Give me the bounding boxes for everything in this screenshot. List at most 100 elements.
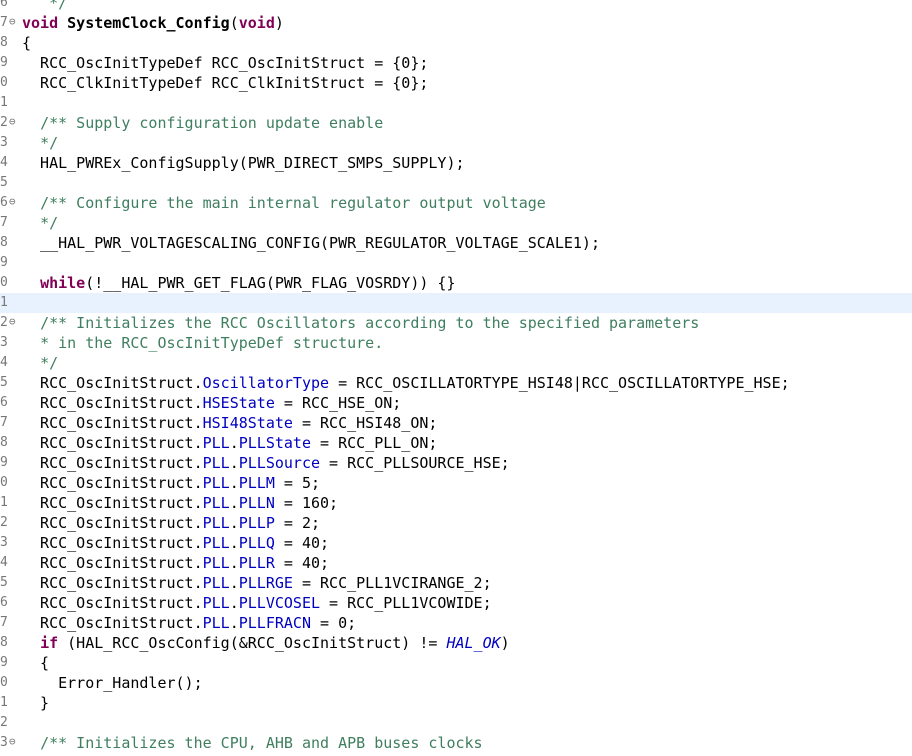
code-line[interactable]: 3 * in the RCC_OscInitTypeDef structure. bbox=[0, 333, 912, 353]
code-line[interactable]: 4 RCC_OscInitStruct.PLL.PLLR = 40; bbox=[0, 553, 912, 573]
code-token: . bbox=[229, 494, 239, 512]
code-token: RCC_OscInitStruct. bbox=[22, 614, 203, 632]
code-line[interactable]: 4 HAL_PWREx_ConfigSupply(PWR_DIRECT_SMPS… bbox=[0, 153, 912, 173]
line-number: 5 bbox=[0, 575, 8, 590]
code-token: PLL bbox=[202, 594, 230, 612]
code-token: */ bbox=[22, 0, 68, 12]
code-line[interactable]: 6 RCC_OscInitStruct.PLL.PLLVCOSEL = RCC_… bbox=[0, 593, 912, 613]
line-number: 6 bbox=[0, 595, 8, 610]
code-line[interactable]: 2 bbox=[0, 713, 912, 733]
code-text: __HAL_PWR_VOLTAGESCALING_CONFIG(PWR_REGU… bbox=[22, 233, 600, 253]
line-number: 1 bbox=[0, 495, 8, 510]
code-line[interactable]: 5 bbox=[0, 173, 912, 193]
code-text: RCC_OscInitStruct.PLL.PLLR = 40; bbox=[22, 553, 329, 573]
code-line[interactable]: 1 bbox=[0, 93, 912, 113]
line-number: 8 bbox=[0, 35, 8, 50]
line-number: 0 bbox=[0, 275, 8, 290]
code-token: PLL bbox=[202, 534, 230, 552]
code-line[interactable]: 9 bbox=[0, 253, 912, 273]
code-line[interactable]: 6 */ bbox=[0, 0, 912, 13]
code-token: = 5; bbox=[274, 474, 321, 492]
code-token: = RCC_OSCILLATORTYPE_HSI48|RCC_OSCILLATO… bbox=[329, 374, 790, 392]
code-token: RCC_OscInitStruct. bbox=[22, 374, 203, 392]
code-token: (!__HAL_PWR_GET_FLAG(PWR_FLAG_VOSRDY)) {… bbox=[85, 274, 456, 292]
fold-collapse-icon[interactable]: ⊖ bbox=[9, 193, 21, 213]
code-line[interactable]: 3 RCC_OscInitStruct.PLL.PLLQ = 40; bbox=[0, 533, 912, 553]
code-line[interactable]: 4 */ bbox=[0, 353, 912, 373]
code-token: = RCC_HSI48_ON; bbox=[292, 414, 438, 432]
code-line[interactable]: 5 RCC_OscInitStruct.PLL.PLLRGE = RCC_PLL… bbox=[0, 573, 912, 593]
code-token: RCC_OscInitStruct. bbox=[22, 514, 203, 532]
line-number: 6 bbox=[0, 0, 8, 10]
code-token: PLLVCOSEL bbox=[238, 594, 321, 612]
code-line[interactable]: 5 RCC_OscInitStruct.OscillatorType = RCC… bbox=[0, 373, 912, 393]
code-token: = RCC_PLL1VCIRANGE_2; bbox=[292, 574, 492, 592]
code-line[interactable]: 8 __HAL_PWR_VOLTAGESCALING_CONFIG(PWR_RE… bbox=[0, 233, 912, 253]
code-line[interactable]: 9 RCC_OscInitTypeDef RCC_OscInitStruct =… bbox=[0, 53, 912, 73]
code-token: /** Supply configuration update enable bbox=[40, 114, 384, 132]
code-line[interactable]: 9 { bbox=[0, 653, 912, 673]
line-number: 0 bbox=[0, 75, 8, 90]
code-token: HAL_OK bbox=[446, 634, 501, 652]
code-token: . bbox=[229, 614, 239, 632]
code-line[interactable]: 6 ⊖ /** Configure the main internal regul… bbox=[0, 193, 912, 213]
code-line[interactable]: 1 } bbox=[0, 693, 912, 713]
code-line[interactable]: 8 RCC_OscInitStruct.PLL.PLLState = RCC_P… bbox=[0, 433, 912, 453]
code-token: = RCC_PLL1VCOWIDE; bbox=[320, 594, 492, 612]
code-line[interactable]: 7 RCC_OscInitStruct.PLL.PLLFRACN = 0; bbox=[0, 613, 912, 633]
fold-collapse-icon[interactable]: ⊖ bbox=[9, 13, 21, 33]
code-line[interactable]: 0 while(!__HAL_PWR_GET_FLAG(PWR_FLAG_VOS… bbox=[0, 273, 912, 293]
code-text: RCC_OscInitStruct.PLL.PLLN = 160; bbox=[22, 493, 338, 513]
code-line[interactable]: 0 RCC_ClkInitTypeDef RCC_ClkInitStruct =… bbox=[0, 73, 912, 93]
code-token: RCC_ClkInitTypeDef RCC_ClkInitStruct = {… bbox=[22, 74, 429, 92]
line-number: 4 bbox=[0, 555, 8, 570]
fold-collapse-icon[interactable]: ⊖ bbox=[9, 733, 21, 753]
code-token: PLLFRACN bbox=[238, 614, 311, 632]
code-token: PLLN bbox=[238, 494, 275, 512]
code-line[interactable]: 7 RCC_OscInitStruct.HSI48State = RCC_HSI… bbox=[0, 413, 912, 433]
code-token: /** Initializes the RCC Oscillators acco… bbox=[40, 314, 700, 332]
code-line[interactable]: 8 if (HAL_RCC_OscConfig(&RCC_OscInitStru… bbox=[0, 633, 912, 653]
code-token: PLL bbox=[202, 474, 230, 492]
code-line[interactable]: 2 RCC_OscInitStruct.PLL.PLLP = 2; bbox=[0, 513, 912, 533]
code-line[interactable]: 2 ⊖ /** Supply configuration update enabl… bbox=[0, 113, 912, 133]
code-token: RCC_OscInitStruct. bbox=[22, 574, 203, 592]
code-token: = RCC_PLL_ON; bbox=[311, 434, 438, 452]
code-line[interactable]: 2 ⊖ /** Initializes the RCC Oscillators a… bbox=[0, 313, 912, 333]
code-token: = 40; bbox=[274, 554, 330, 572]
code-text: /** Initializes the CPU, AHB and APB bus… bbox=[22, 733, 483, 753]
line-number: 1 bbox=[0, 295, 8, 310]
code-line[interactable]: 3 ⊖ /** Initializes the CPU, AHB and APB … bbox=[0, 733, 912, 753]
code-text: Error_Handler(); bbox=[22, 673, 203, 693]
code-token: __HAL_PWR_VOLTAGESCALING_CONFIG(PWR_REGU… bbox=[22, 234, 600, 252]
code-editor[interactable]: 6 */7 ⊖ void SystemClock_Config(void) 8{9 R… bbox=[0, 0, 912, 756]
code-token: . bbox=[229, 434, 239, 452]
current-line[interactable]: 1 bbox=[0, 293, 912, 313]
code-line[interactable]: 7 ⊖ void SystemClock_Config(void) bbox=[0, 13, 912, 33]
code-token: RCC_OscInitStruct. bbox=[22, 454, 203, 472]
code-line[interactable]: 8{ bbox=[0, 33, 912, 53]
code-text: HAL_PWREx_ConfigSupply(PWR_DIRECT_SMPS_S… bbox=[22, 153, 464, 173]
code-line[interactable]: 0 RCC_OscInitStruct.PLL.PLLM = 5; bbox=[0, 473, 912, 493]
code-line[interactable]: 6 RCC_OscInitStruct.HSEState = RCC_HSE_O… bbox=[0, 393, 912, 413]
code-text: RCC_OscInitTypeDef RCC_OscInitStruct = {… bbox=[22, 53, 428, 73]
code-token: */ bbox=[40, 214, 59, 232]
line-number: 4 bbox=[0, 155, 8, 170]
code-line[interactable]: 7 */ bbox=[0, 213, 912, 233]
code-line[interactable]: 9 RCC_OscInitStruct.PLL.PLLSource = RCC_… bbox=[0, 453, 912, 473]
fold-collapse-icon[interactable]: ⊖ bbox=[9, 113, 21, 133]
code-token: { bbox=[22, 654, 50, 672]
code-token: } bbox=[22, 694, 50, 712]
code-line[interactable]: 0 Error_Handler(); bbox=[0, 673, 912, 693]
code-token: RCC_OscInitStruct. bbox=[22, 434, 203, 452]
code-line[interactable]: 1 RCC_OscInitStruct.PLL.PLLN = 160; bbox=[0, 493, 912, 513]
code-token: HSI48State bbox=[202, 414, 293, 432]
code-text: RCC_OscInitStruct.HSI48State = RCC_HSI48… bbox=[22, 413, 437, 433]
code-line[interactable]: 3 */ bbox=[0, 133, 912, 153]
fold-collapse-icon[interactable]: ⊖ bbox=[9, 313, 21, 333]
code-token: . bbox=[229, 474, 239, 492]
line-number: 3 bbox=[0, 535, 8, 550]
code-token: void bbox=[22, 14, 59, 32]
